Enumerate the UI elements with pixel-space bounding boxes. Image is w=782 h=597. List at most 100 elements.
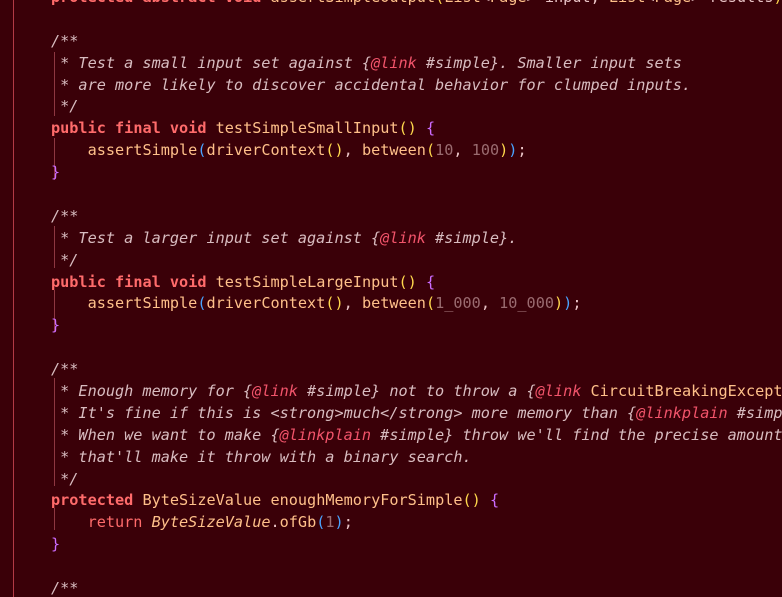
code-token: 100 — [471, 141, 500, 160]
code-token: ByteSizeValue — [151, 513, 271, 532]
code-token: * When we want to make { — [51, 425, 280, 444]
code-line: */ — [51, 96, 782, 118]
code-token: */ — [51, 469, 79, 488]
code-line: /** — [51, 31, 782, 53]
code-line: * Test a larger input set against {@link… — [51, 228, 782, 250]
code-token: 10 — [435, 141, 454, 160]
code-token: List — [609, 0, 646, 6]
code-line: /** — [51, 206, 782, 228]
code-token: { — [425, 272, 436, 291]
code-token: void — [169, 272, 207, 291]
code-token: ) — [773, 0, 782, 6]
code-token: CircuitBreakingException — [590, 382, 782, 401]
code-token: ByteSizeValue — [142, 491, 262, 510]
code-line: public final void testSimpleLargeInput()… — [51, 272, 782, 294]
code-line: protected abstract void assertSimpleOutp… — [51, 0, 782, 9]
code-token: ( — [425, 141, 436, 160]
code-token: Page — [655, 0, 692, 6]
code-token: @linkplain — [636, 403, 728, 422]
code-token: abstract — [142, 0, 215, 6]
code-token: List — [444, 0, 481, 6]
code-token: @link — [535, 382, 582, 401]
code-token: () — [462, 491, 481, 510]
code-line: * Enough memory for {@link #simple} not … — [51, 381, 782, 403]
code-token: protected — [51, 491, 134, 510]
code-line: return ByteSizeValue.ofGb(1); — [51, 512, 782, 534]
code-line: assertSimple(driverContext(), between(1_… — [51, 293, 782, 315]
code-token: enoughMemoryForSimple — [270, 491, 463, 510]
code-line: /** — [51, 359, 782, 381]
code-line: } — [51, 162, 782, 184]
code-line: } — [51, 534, 782, 556]
code-token: /** — [51, 31, 79, 50]
code-token: driverContext — [206, 294, 326, 313]
code-token: 1 — [325, 513, 335, 532]
code-line: */ — [51, 469, 782, 491]
code-token: 10_000 — [499, 294, 554, 313]
code-token: @linkplain — [279, 425, 372, 444]
code-content: protected abstract void assertSimpleOutp… — [51, 0, 782, 597]
code-token: assertSimple — [87, 294, 198, 313]
code-token: * Enough memory for { — [51, 382, 253, 401]
code-token: public — [51, 119, 106, 138]
code-token: @link — [380, 228, 426, 247]
code-token: final — [115, 119, 161, 138]
code-line: * that'll make it throw with a binary se… — [51, 447, 782, 469]
code-token: ; — [343, 513, 353, 532]
code-token: /** — [51, 206, 79, 225]
code-token: @link — [252, 382, 298, 401]
code-line: */ — [51, 250, 782, 272]
code-token: Page — [490, 0, 527, 6]
code-token: */ — [51, 97, 79, 116]
code-token: */ — [51, 250, 79, 269]
code-token: ( — [425, 294, 436, 313]
code-token: 1_000 — [435, 294, 481, 313]
code-token: ) — [563, 294, 573, 313]
code-line: * Test a small input set against {@link … — [51, 53, 782, 75]
code-line: public final void testSimpleSmallInput()… — [51, 118, 782, 140]
code-token: public — [51, 272, 106, 291]
code-token: { — [425, 119, 436, 138]
code-line: assertSimple(driverContext(), between(10… — [51, 140, 782, 162]
code-token: /** — [51, 579, 79, 597]
code-token: () — [398, 272, 417, 291]
code-token: > results — [691, 0, 773, 6]
code-token: protected — [51, 0, 133, 6]
code-line: protected ByteSizeValue enoughMemoryForS… — [51, 490, 782, 512]
code-token: testSimpleLargeInput — [215, 272, 399, 291]
code-token: ( — [435, 0, 444, 6]
code-token: driverContext — [206, 141, 326, 160]
code-token: ; — [517, 141, 527, 160]
code-line: /** — [51, 578, 782, 597]
code-token: #simple}. Smaller input sets — [416, 53, 682, 72]
code-token: , — [480, 294, 500, 313]
code-token: () — [325, 141, 344, 160]
code-token: } — [51, 163, 61, 182]
code-token: between — [361, 141, 426, 160]
code-token: < — [481, 0, 490, 6]
code-token: , — [343, 141, 362, 160]
code-token: * that'll make it throw with a binary se… — [51, 447, 472, 466]
code-token: ) — [334, 513, 344, 532]
code-token: { — [489, 491, 500, 510]
code-token: #simple} needs. — [736, 403, 782, 422]
code-token: > input, — [527, 0, 609, 6]
code-editor[interactable]: protected abstract void assertSimpleOutp… — [0, 0, 782, 597]
code-token: void — [169, 119, 207, 138]
code-token: ) — [499, 141, 509, 160]
code-token: < — [645, 0, 654, 6]
code-token: #simple}. — [425, 228, 518, 247]
